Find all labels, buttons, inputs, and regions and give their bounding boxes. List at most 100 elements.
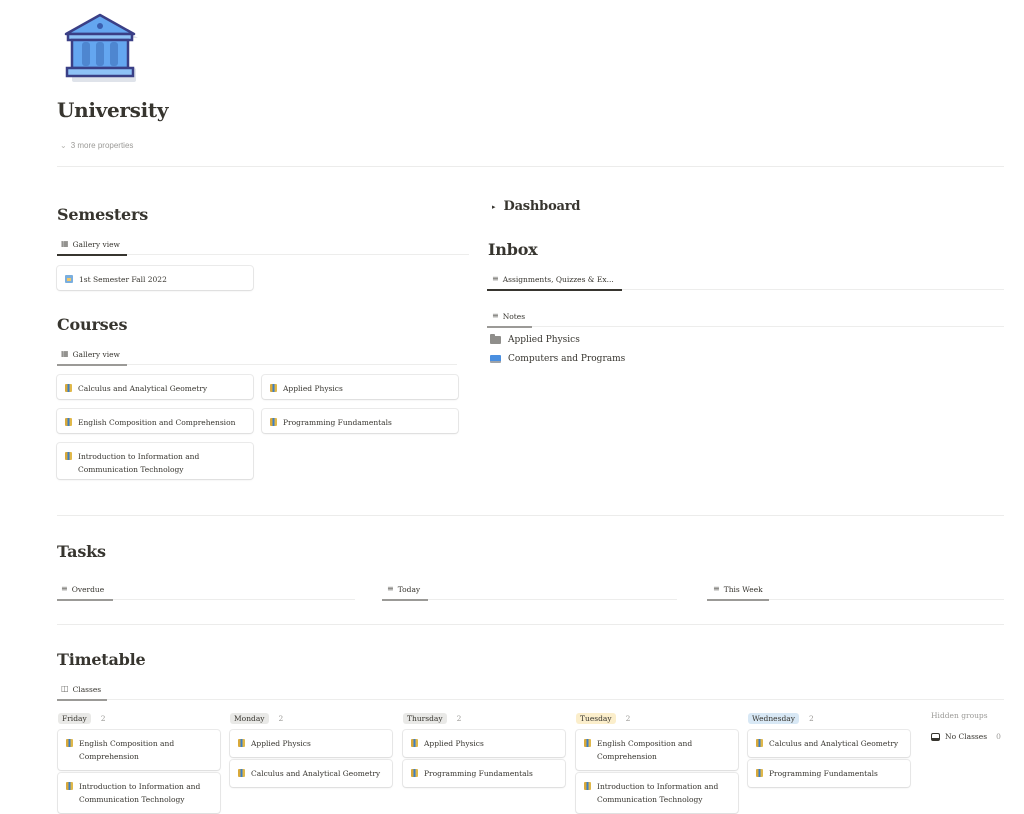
view-tab-divider: [487, 326, 1004, 327]
semester-card[interactable]: 1st Semester Fall 2022: [57, 266, 253, 290]
course-card[interactable]: Applied Physics: [262, 375, 458, 399]
books-icon: [411, 769, 418, 777]
group-count: 2: [100, 713, 106, 723]
list-icon: ≡: [387, 584, 394, 593]
hidden-groups-label: Hidden groups: [931, 711, 988, 720]
group-tag: Wednesday: [748, 712, 799, 724]
class-card[interactable]: Programming Fundamentals: [748, 760, 910, 787]
books-icon: [66, 782, 73, 790]
courses-heading: Courses: [57, 315, 128, 334]
page-icon-classical-building[interactable]: [62, 12, 142, 84]
class-card[interactable]: English Composition and Comprehension: [576, 730, 738, 770]
class-card-label: Programming Fundamentals: [769, 769, 878, 778]
view-tab-active-indicator: [57, 254, 127, 256]
list-icon: ≡: [492, 311, 499, 320]
group-count: 2: [278, 713, 284, 723]
group-tag: Monday: [230, 712, 269, 724]
group-count: 2: [808, 713, 814, 723]
class-card-label: English Composition and Comprehension: [597, 739, 693, 761]
class-card[interactable]: Introduction to Information and Communic…: [576, 773, 738, 813]
dashboard-toggle[interactable]: ▸ Dashboard: [492, 199, 581, 214]
class-card-label: Programming Fundamentals: [424, 769, 533, 778]
view-tab-label: This Week: [723, 584, 763, 594]
tasks-heading: Tasks: [57, 542, 106, 561]
list-icon: ≡: [492, 274, 499, 283]
course-card[interactable]: Programming Fundamentals: [262, 409, 458, 433]
tasks-view-tab-this-week[interactable]: ≡ This Week: [710, 580, 766, 598]
note-item[interactable]: Applied Physics: [490, 331, 580, 349]
view-tab-label: Today: [397, 584, 421, 594]
hidden-group-name: No Classes: [945, 732, 988, 741]
course-card-label: Calculus and Analytical Geometry: [78, 384, 208, 393]
inbox-tray-icon: [931, 732, 940, 741]
view-tab-label: Overdue: [71, 584, 105, 594]
note-item-label: Applied Physics: [508, 335, 580, 345]
group-count: 2: [625, 713, 631, 723]
timetable-heading: Timetable: [57, 650, 146, 669]
courses-view-tab[interactable]: ▦ Gallery view: [58, 345, 123, 363]
gallery-icon: ▦: [61, 239, 69, 248]
class-card-label: Introduction to Information and Communic…: [79, 782, 201, 804]
class-card[interactable]: Introduction to Information and Communic…: [58, 773, 220, 813]
note-item[interactable]: Computers and Programs: [490, 350, 625, 368]
inbox-heading: Inbox: [488, 240, 538, 259]
books-icon: [65, 384, 72, 392]
class-card[interactable]: Calculus and Analytical Geometry: [230, 760, 392, 787]
board-group-tuesday: Tuesday 2 English Composition and Compre…: [576, 711, 738, 813]
group-tag: Tuesday: [576, 712, 616, 724]
hidden-group-count: 0: [996, 732, 1001, 741]
course-card[interactable]: English Composition and Comprehension: [57, 409, 253, 433]
class-card-label: English Composition and Comprehension: [79, 739, 175, 761]
view-tab-active-indicator: [382, 599, 428, 601]
class-card[interactable]: Programming Fundamentals: [403, 760, 565, 787]
classical-building-icon: [64, 13, 138, 82]
timetable-view-tab-classes[interactable]: ◫ Classes: [58, 680, 104, 698]
hidden-group-no-classes[interactable]: No Classes 0: [931, 732, 1001, 741]
course-card[interactable]: Calculus and Analytical Geometry: [57, 375, 253, 399]
books-icon: [66, 739, 73, 747]
books-icon: [65, 452, 72, 460]
books-icon: [411, 739, 418, 747]
group-header[interactable]: Friday 2: [58, 711, 220, 725]
class-card[interactable]: Applied Physics: [230, 730, 392, 757]
class-card-label: Calculus and Analytical Geometry: [769, 739, 899, 748]
view-tab-active-indicator: [487, 289, 622, 291]
view-tab-label: Gallery view: [72, 349, 120, 359]
course-card[interactable]: Introduction to Information and Communic…: [57, 443, 253, 479]
semesters-heading: Semesters: [57, 205, 149, 224]
group-header[interactable]: Wednesday 2: [748, 711, 910, 725]
inbox-view-tab-assignments[interactable]: ≡ Assignments, Quizzes & Ex...: [489, 270, 617, 288]
books-icon: [584, 739, 591, 747]
view-tab-divider: [57, 699, 1004, 700]
computer-icon: [490, 355, 501, 363]
books-icon: [65, 418, 72, 426]
divider: [57, 515, 1004, 516]
group-header[interactable]: Tuesday 2: [576, 711, 738, 725]
group-tag: Friday: [58, 712, 91, 724]
group-header[interactable]: Thursday 2: [403, 711, 565, 725]
class-card[interactable]: Calculus and Analytical Geometry: [748, 730, 910, 757]
class-card-label: Applied Physics: [251, 739, 311, 748]
view-tab-active-indicator: [57, 599, 113, 601]
board-icon: ◫: [61, 684, 69, 693]
view-tab-label: Classes: [72, 684, 102, 694]
class-card-label: Applied Physics: [424, 739, 484, 748]
board-group-friday: Friday 2 English Composition and Compreh…: [58, 711, 220, 813]
books-icon: [238, 739, 245, 747]
chevron-down-icon: ⌄: [60, 141, 67, 150]
class-card[interactable]: Applied Physics: [403, 730, 565, 757]
note-item-label: Computers and Programs: [508, 354, 626, 364]
group-count: 2: [456, 713, 462, 723]
class-card[interactable]: English Composition and Comprehension: [58, 730, 220, 770]
view-tab-label: Assignments, Quizzes & Ex...: [502, 274, 614, 284]
view-tab-active-indicator: [57, 364, 127, 366]
group-tag: Thursday: [403, 712, 447, 724]
more-properties-toggle[interactable]: ⌄ 3 more properties: [60, 141, 133, 150]
tasks-view-tab-today[interactable]: ≡ Today: [384, 580, 423, 598]
semesters-view-tab[interactable]: ▦ Gallery view: [58, 235, 123, 253]
group-header[interactable]: Monday 2: [230, 711, 392, 725]
page-title[interactable]: University: [57, 98, 168, 122]
view-tab-active-indicator: [707, 599, 769, 601]
tasks-view-tab-overdue[interactable]: ≡ Overdue: [58, 580, 107, 598]
inbox-view-tab-notes[interactable]: ≡ Notes: [489, 307, 528, 325]
